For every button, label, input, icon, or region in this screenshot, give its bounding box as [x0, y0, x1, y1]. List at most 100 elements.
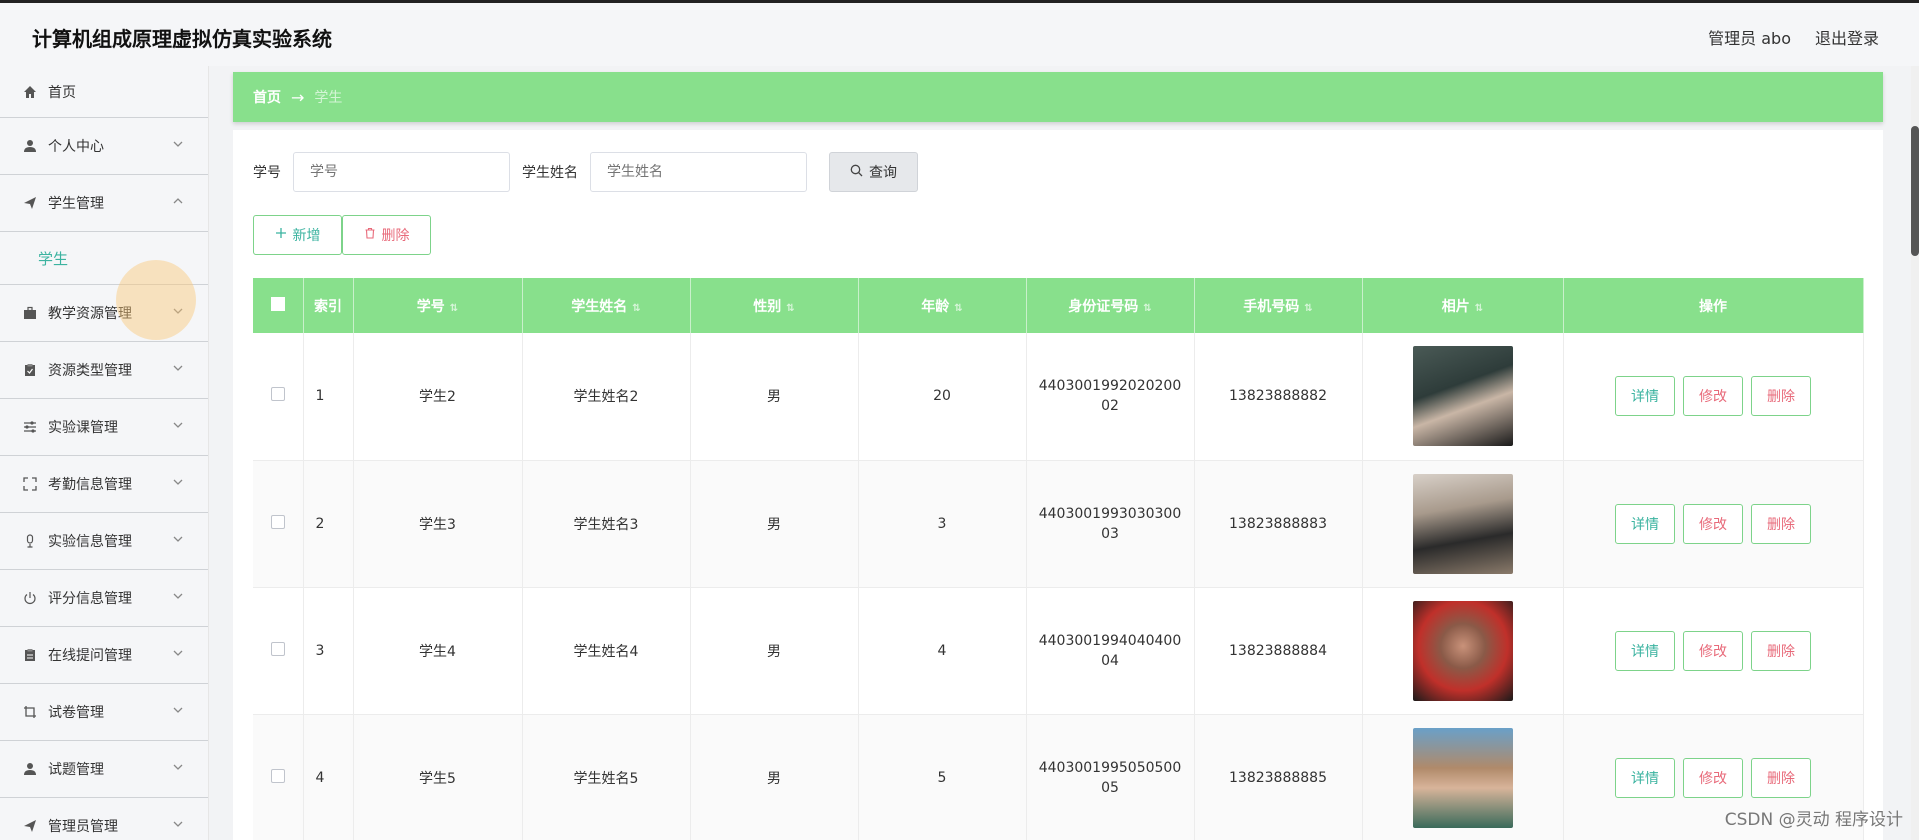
row-age: 20: [858, 333, 1027, 461]
row-index: 3: [303, 587, 354, 715]
row-age: 4: [858, 587, 1027, 715]
student-photo: [1412, 600, 1513, 701]
sidebar-item-teaching-resource[interactable]: 教学资源管理: [0, 285, 208, 342]
header-idcard[interactable]: 身份证号码 ⇅: [1026, 278, 1195, 333]
sort-icon: ⇅: [632, 302, 641, 314]
sidebar-item-label: 学生管理: [48, 196, 104, 212]
table-row: 4 学生5 学生姓名5 男 5 440300199505050005 13823…: [253, 714, 1864, 840]
sidebar-item-student-management[interactable]: 学生管理: [0, 175, 208, 232]
sidebar-item-admin[interactable]: 管理员管理: [0, 798, 208, 840]
search-button[interactable]: 查询: [829, 152, 918, 192]
plus-icon: [275, 227, 287, 243]
student-photo: [1412, 727, 1513, 828]
row-idcard: 440300199505050005: [1026, 714, 1195, 840]
header-gender[interactable]: 性别 ⇅: [690, 278, 859, 333]
sort-icon: ⇅: [1304, 302, 1313, 314]
breadcrumb-arrow-icon: →: [291, 87, 305, 107]
student-id-input[interactable]: [293, 152, 510, 192]
sort-icon: ⇅: [1143, 302, 1152, 314]
search-icon: [850, 164, 863, 181]
sidebar-item-label: 首页: [48, 84, 76, 101]
content-card: 学号 学生姓名 查询 新增 删除: [233, 130, 1883, 840]
edit-button[interactable]: 修改: [1683, 630, 1743, 671]
detail-button[interactable]: 详情: [1615, 503, 1675, 544]
chevron-down-icon: [172, 362, 186, 376]
header-age[interactable]: 年龄 ⇅: [858, 278, 1027, 333]
header-photo[interactable]: 相片 ⇅: [1362, 278, 1564, 333]
sidebar: 首页 个人中心 学生管理 学生 教学资源管理 资源类型管理 实验课管理 考勤信息…: [0, 66, 209, 840]
sidebar-item-lab-course[interactable]: 实验课管理: [0, 399, 208, 456]
sidebar-item-attendance[interactable]: 考勤信息管理: [0, 456, 208, 513]
sidebar-item-label: 个人中心: [48, 139, 104, 155]
sidebar-item-online-questions[interactable]: 在线提问管理: [0, 627, 208, 684]
breadcrumb-home[interactable]: 首页: [253, 87, 281, 107]
sidebar-item-question[interactable]: 试题管理: [0, 741, 208, 798]
crop-icon: [22, 704, 38, 720]
row-checkbox[interactable]: [270, 387, 285, 402]
sidebar-item-scoring[interactable]: 评分信息管理: [0, 570, 208, 627]
row-age: 5: [858, 714, 1027, 840]
delete-button[interactable]: 删除: [1751, 630, 1811, 671]
row-checkbox[interactable]: [270, 514, 285, 529]
main-content: 首页 → 学生 学号 学生姓名 查询 新增: [233, 72, 1883, 840]
row-idcard: 440300199202020002: [1026, 333, 1195, 461]
delete-button[interactable]: 删除: [1751, 503, 1811, 544]
row-gender: 男: [690, 333, 859, 461]
user-icon: [22, 138, 38, 154]
header-student-name[interactable]: 学生姓名 ⇅: [522, 278, 691, 333]
sidebar-item-label: 在线提问管理: [48, 648, 132, 664]
chevron-down-icon: [172, 476, 186, 490]
chevron-down-icon: [172, 533, 186, 547]
detail-button[interactable]: 详情: [1615, 376, 1675, 417]
student-name-input[interactable]: [590, 152, 807, 192]
row-age: 3: [858, 460, 1027, 588]
sidebar-item-exam-paper[interactable]: 试卷管理: [0, 684, 208, 741]
row-student-name: 学生姓名2: [522, 333, 691, 461]
top-bar: 计算机组成原理虚拟仿真实验系统 管理员 abo 退出登录: [0, 0, 1919, 66]
sidebar-subitem-student[interactable]: 学生: [0, 232, 208, 285]
row-student-name: 学生姓名4: [522, 587, 691, 715]
row-index: 1: [303, 333, 354, 461]
detail-button[interactable]: 详情: [1615, 630, 1675, 671]
delete-button[interactable]: 删除: [1751, 757, 1811, 798]
page-scrollbar[interactable]: [1911, 66, 1919, 840]
sidebar-item-personal-center[interactable]: 个人中心: [0, 118, 208, 175]
sidebar-item-home[interactable]: 首页: [0, 66, 208, 118]
search-button-label: 查询: [869, 165, 897, 181]
search-row: 学号 学生姓名 查询: [253, 152, 918, 192]
breadcrumb-current: 学生: [314, 90, 343, 106]
scrollbar-thumb[interactable]: [1911, 126, 1919, 256]
row-phone: 13823888885: [1194, 714, 1363, 840]
header-select-all[interactable]: [253, 278, 304, 333]
header-actions: 操作: [1563, 278, 1864, 333]
edit-button[interactable]: 修改: [1683, 757, 1743, 798]
row-index: 4: [303, 714, 354, 840]
logout-link[interactable]: 退出登录: [1815, 25, 1879, 49]
edit-button[interactable]: 修改: [1683, 376, 1743, 417]
row-phone: 13823888882: [1194, 333, 1363, 461]
row-student-id: 学生3: [353, 460, 523, 588]
row-checkbox[interactable]: [270, 768, 285, 783]
select-all-checkbox[interactable]: [270, 296, 285, 311]
breadcrumb: 首页 → 学生: [233, 72, 1883, 122]
trash-icon: [364, 227, 376, 243]
row-student-id: 学生5: [353, 714, 523, 840]
add-button[interactable]: 新增: [253, 215, 342, 255]
student-photo: [1412, 473, 1513, 574]
row-phone: 13823888883: [1194, 460, 1363, 588]
header-index: 索引: [303, 278, 354, 333]
row-checkbox[interactable]: [270, 641, 285, 656]
student-name-label: 学生姓名: [522, 165, 578, 181]
delete-button[interactable]: 删除: [1751, 376, 1811, 417]
batch-delete-button[interactable]: 删除: [342, 215, 431, 255]
sliders-icon: [22, 419, 38, 435]
header-student-id[interactable]: 学号 ⇅: [353, 278, 523, 333]
fullscreen-icon: [22, 476, 38, 492]
header-phone[interactable]: 手机号码 ⇅: [1194, 278, 1363, 333]
table-header-row: 索引 学号 ⇅ 学生姓名 ⇅ 性别 ⇅ 年龄 ⇅ 身份证号码 ⇅ 手机号码 ⇅ 相片 ⇅ 操作: [253, 278, 1864, 333]
detail-button[interactable]: 详情: [1615, 757, 1675, 798]
sidebar-item-lab-info[interactable]: 实验信息管理: [0, 513, 208, 570]
sidebar-item-resource-type[interactable]: 资源类型管理: [0, 342, 208, 399]
row-gender: 男: [690, 587, 859, 715]
edit-button[interactable]: 修改: [1683, 503, 1743, 544]
